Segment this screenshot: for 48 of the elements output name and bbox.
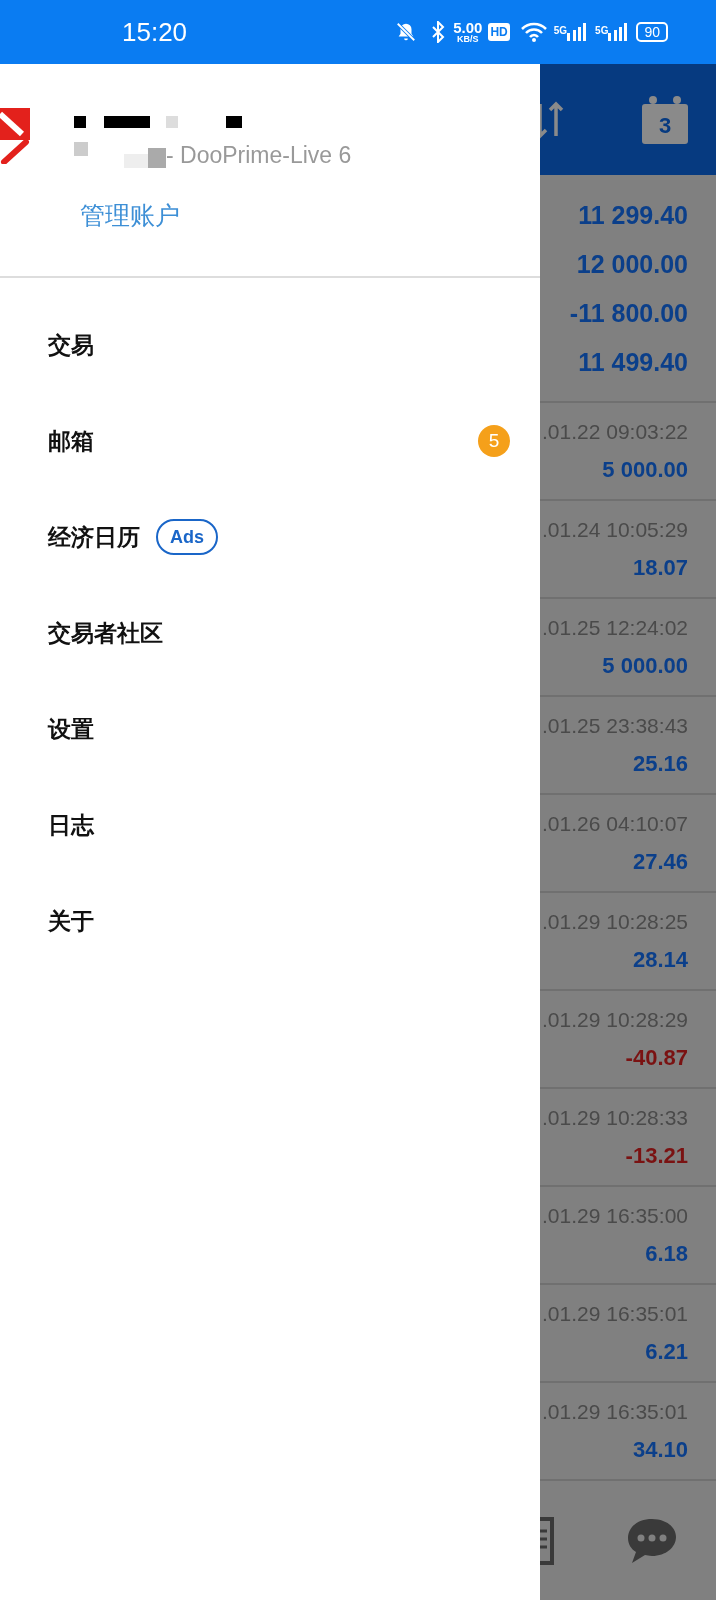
network-label: 5G [553, 24, 568, 38]
menu-label: 关于 [48, 906, 94, 936]
calendar-rings-icon [649, 95, 681, 104]
summary-value: 11 299.40 [578, 200, 688, 231]
trade-amount: -40.87 [625, 1044, 688, 1073]
speed-unit: KB/S [457, 35, 479, 44]
menu-label: 邮箱 [48, 426, 94, 456]
unread-badge: 5 [478, 425, 510, 457]
trade-amount: 5 000.00 [602, 652, 688, 681]
menu-item[interactable]: 设置 [0, 681, 540, 777]
hd-label: HD [488, 23, 510, 41]
mute-icon [395, 21, 418, 43]
clock: 15:20 [122, 15, 188, 49]
menu-label: 经济日历 [48, 522, 140, 552]
menu-item[interactable]: 日志 [0, 777, 540, 873]
trade-amount: 27.46 [632, 848, 688, 877]
menu-label: 交易者社区 [48, 618, 163, 648]
trade-amount: 28.14 [632, 946, 688, 975]
trade-amount: 5 000.00 [602, 456, 688, 485]
signal-icon [567, 23, 588, 41]
sort-icon[interactable] [540, 99, 566, 140]
menu-label: 设置 [48, 714, 94, 744]
chat-icon[interactable] [626, 1516, 678, 1565]
account-server: - DooPrime-Live 6 [166, 141, 352, 170]
speed-value: 5.00 [453, 20, 483, 35]
battery-indicator: 90 [636, 22, 668, 42]
wifi-icon [519, 21, 548, 43]
trade-amount: -13.21 [625, 1142, 688, 1171]
menu-item[interactable]: 交易 [0, 297, 540, 393]
menu-item[interactable]: 关于 [0, 873, 540, 969]
summary-value: -11 800.00 [569, 298, 688, 329]
bluetooth-icon [431, 21, 446, 43]
menu-label: 日志 [48, 810, 94, 840]
trade-amount: 25.16 [632, 750, 688, 779]
menu-item[interactable]: 经济日历 Ads [0, 489, 540, 585]
menu-item[interactable]: 邮箱 5 [0, 393, 540, 489]
trade-amount: 18.07 [632, 554, 688, 583]
trade-amount: 34.10 [632, 1436, 688, 1465]
ads-tag: Ads [156, 519, 218, 555]
signal-icon [608, 23, 629, 41]
network-label: 5G [595, 24, 609, 38]
summary-value: 11 499.40 [578, 347, 688, 378]
trade-amount: 6.21 [645, 1338, 688, 1367]
trade-amount: 6.18 [645, 1240, 688, 1269]
summary-value: 12 000.00 [576, 249, 688, 280]
menu-item[interactable]: 交易者社区 [0, 585, 540, 681]
document-icon[interactable] [540, 1516, 556, 1565]
menu-label: 交易 [48, 330, 94, 360]
